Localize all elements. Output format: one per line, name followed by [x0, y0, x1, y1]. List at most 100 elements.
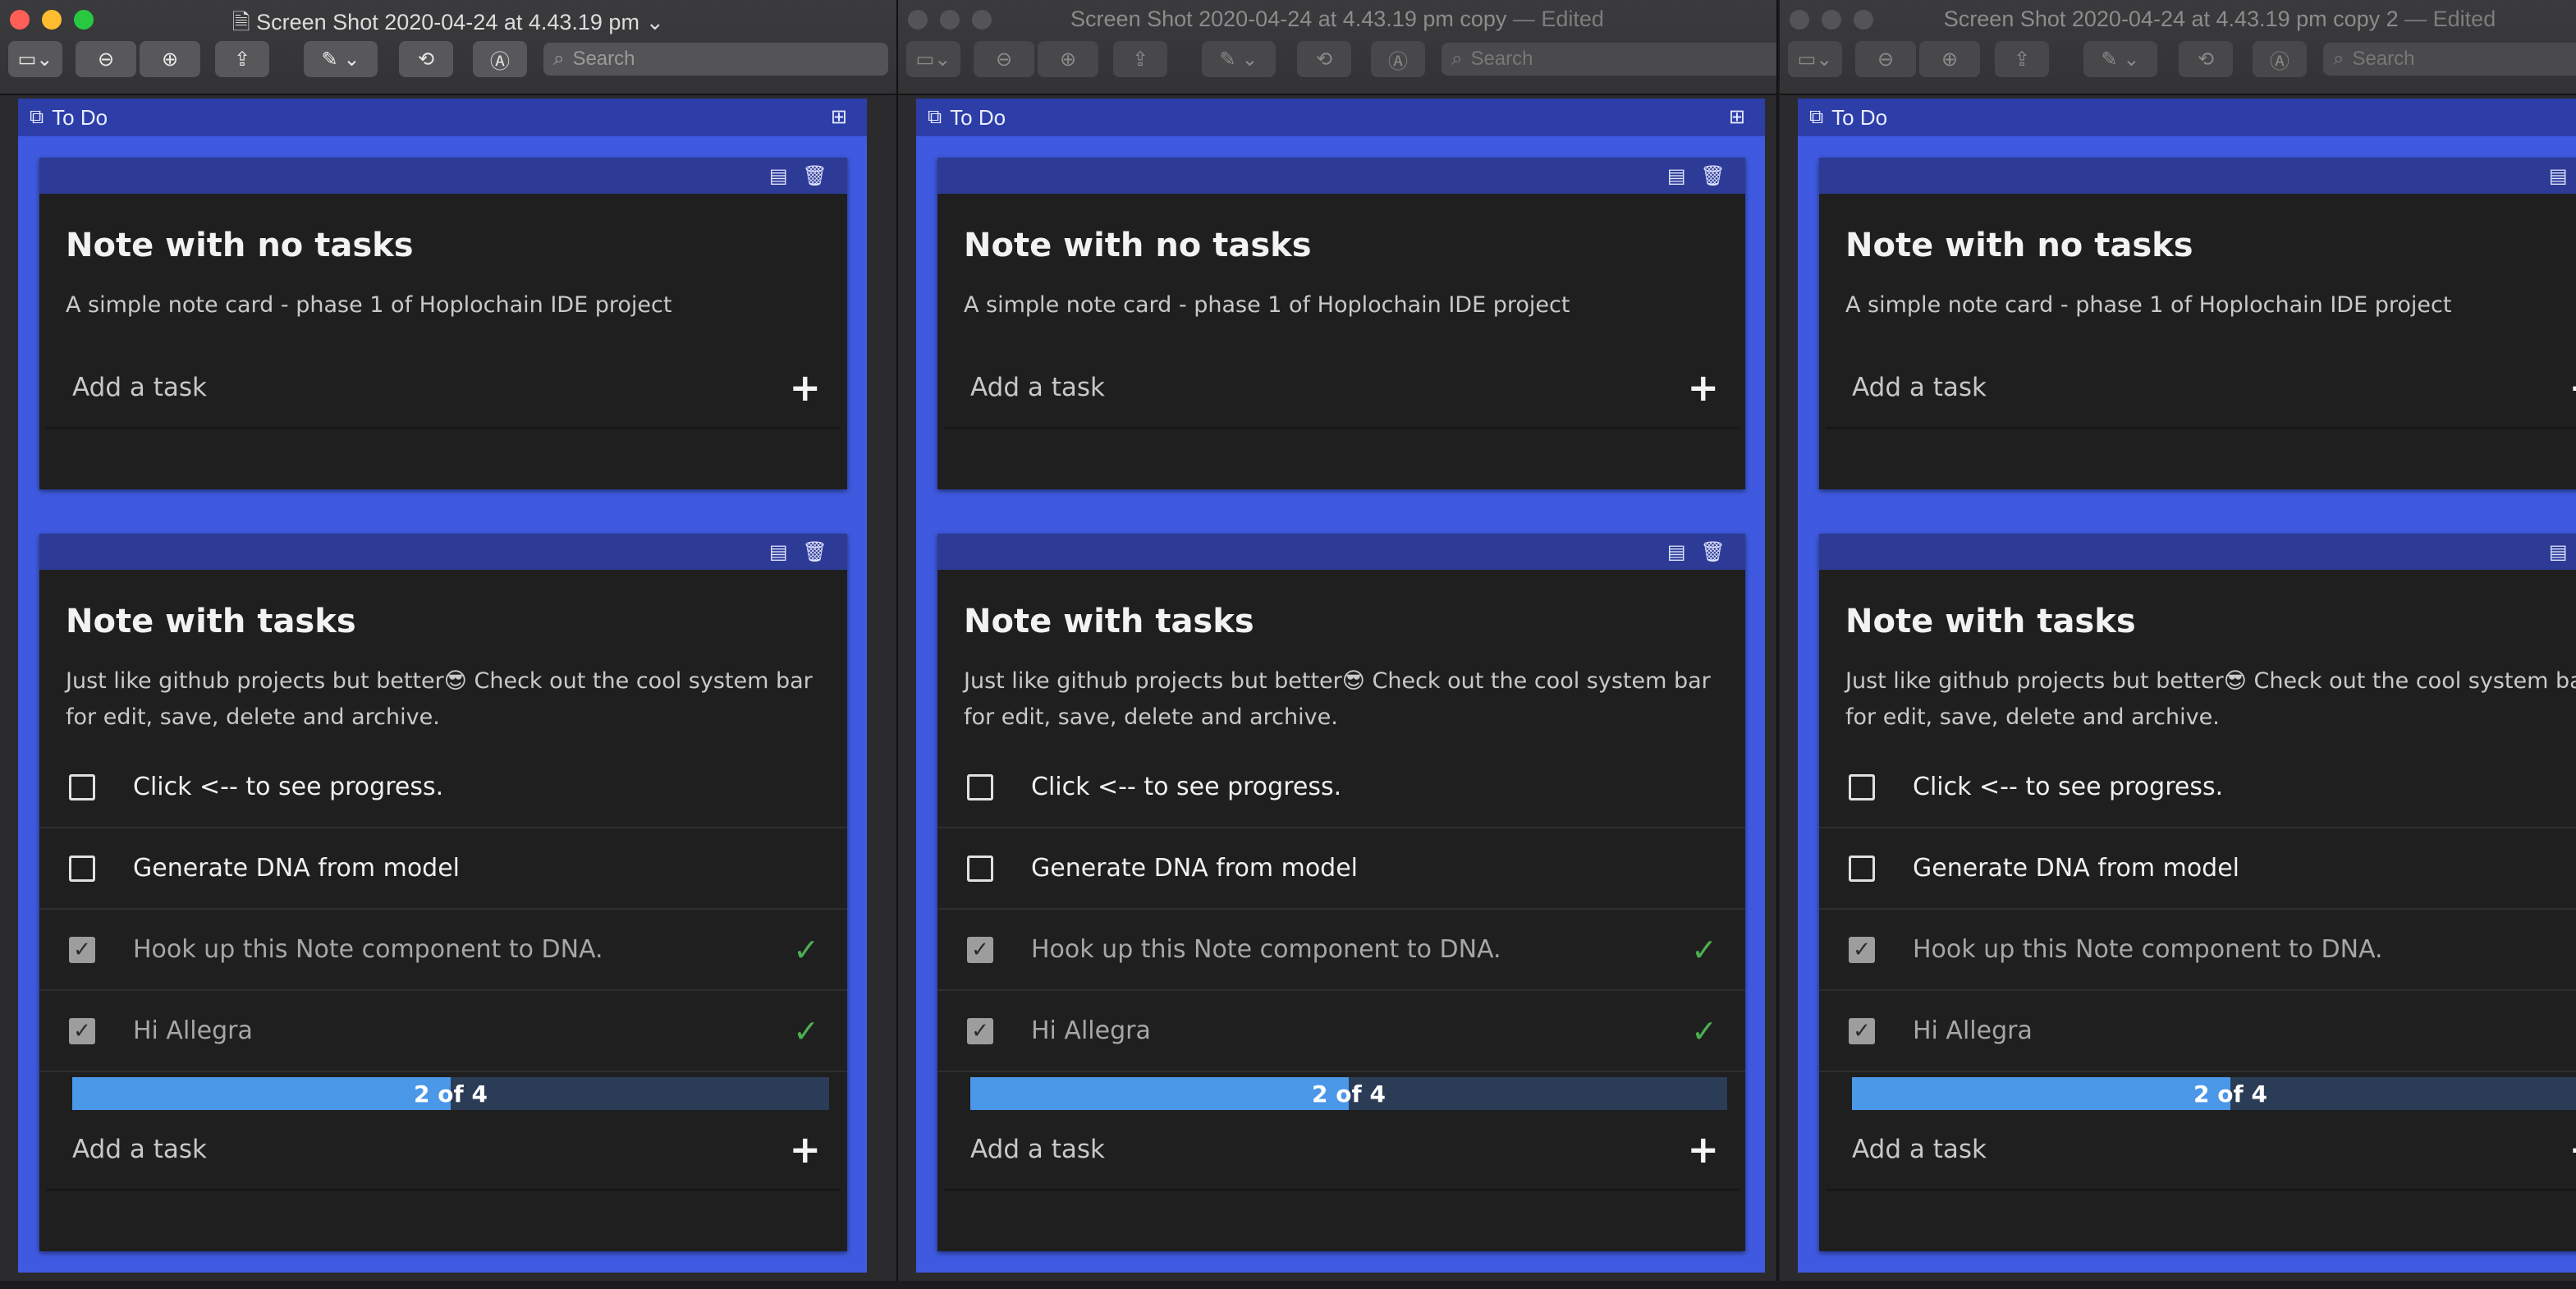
rotate-button[interactable]: ⟲ — [1297, 41, 1351, 77]
add-note-icon[interactable]: ⊞ — [1729, 105, 1745, 129]
add-task-row[interactable]: Add a task + — [944, 348, 1739, 429]
markup-toolbar-button[interactable]: Ⓐ — [473, 41, 527, 77]
plus-icon[interactable]: + — [1687, 1127, 1719, 1172]
zoom-in-button[interactable]: ⊕ — [1038, 41, 1098, 77]
markup-pen-button[interactable]: ✎ ⌄ — [304, 41, 378, 77]
copy-icon[interactable]: ⧉ — [1809, 106, 1823, 129]
rotate-icon: ⟲ — [1315, 48, 1333, 71]
task-checkbox[interactable]: ✓ — [1849, 1017, 1875, 1044]
markup-pen-button[interactable]: ✎ ⌄ — [1202, 41, 1276, 77]
note-description: Just like github projects but better😎 Ch… — [66, 668, 813, 730]
plus-icon[interactable]: + — [789, 1127, 821, 1172]
search-placeholder: Search — [1470, 48, 1533, 70]
task-row[interactable]: ✓ Hook up this Note component to DNA. ✓ — [39, 910, 847, 991]
task-row[interactable]: Generate DNA from model — [937, 828, 1745, 910]
search-icon: ⌕ — [553, 48, 565, 70]
delete-icon[interactable]: 🗑 — [803, 164, 827, 188]
task-checkbox[interactable]: ✓ — [69, 936, 95, 963]
task-checkbox[interactable] — [1849, 773, 1875, 800]
zoom-in-button[interactable]: ⊕ — [1919, 41, 1980, 77]
add-note-icon[interactable]: ⊞ — [831, 105, 847, 129]
search-input[interactable]: ⌕ Search — [543, 43, 888, 76]
task-row[interactable]: ✓ Hook up this Note component to DNA. ✓ — [1819, 910, 2576, 991]
rotate-button[interactable]: ⟲ — [399, 41, 453, 77]
add-task-row[interactable]: Add a task + — [1826, 348, 2576, 429]
task-row[interactable]: Generate DNA from model — [1819, 828, 2576, 910]
chevron-down-icon[interactable]: ⌄ — [645, 10, 664, 34]
task-row[interactable]: ✓ Hi Allegra ✓ — [39, 991, 847, 1072]
edit-note-icon[interactable]: ▤ — [1667, 164, 1686, 188]
edit-note-icon[interactable]: ▤ — [2549, 540, 2568, 564]
add-task-row[interactable]: Add a task + — [944, 1110, 1739, 1190]
task-checkbox[interactable] — [1849, 855, 1875, 882]
copy-icon[interactable]: ⧉ — [928, 106, 942, 129]
zoom-out-button[interactable]: ⊖ — [974, 41, 1034, 77]
task-row[interactable]: Click <-- to see progress. — [39, 747, 847, 828]
column-title: To Do — [52, 104, 108, 130]
search-placeholder: Search — [2352, 48, 2415, 70]
zoom-out-button[interactable]: ⊖ — [1855, 41, 1916, 77]
plus-icon[interactable]: + — [789, 365, 821, 410]
task-checkbox[interactable]: ✓ — [967, 936, 993, 963]
markup-toolbar-button[interactable]: Ⓐ — [1371, 41, 1425, 77]
window-title-text: Screen Shot 2020-04-24 at 4.43.19 pm — [256, 10, 639, 34]
delete-icon[interactable]: 🗑 — [803, 540, 827, 564]
search-input[interactable]: ⌕ Search — [2323, 43, 2576, 76]
edit-note-icon[interactable]: ▤ — [769, 164, 788, 188]
zoom-out-button[interactable]: ⊖ — [76, 41, 136, 77]
note-title: Note with tasks — [1845, 603, 2136, 640]
zoom-in-icon: ⊕ — [1941, 48, 1959, 71]
check-icon: ✓ — [2573, 932, 2576, 968]
rotate-button[interactable]: ⟲ — [2179, 41, 2233, 77]
delete-icon[interactable]: 🗑 — [1701, 164, 1726, 188]
copy-icon[interactable]: ⧉ — [30, 106, 44, 129]
zoom-in-icon: ⊕ — [161, 48, 179, 71]
task-checkbox[interactable] — [69, 855, 95, 882]
sidebar-toggle-button[interactable]: ▭⌄ — [906, 41, 960, 77]
task-checkbox[interactable]: ✓ — [69, 1017, 95, 1044]
task-checkbox[interactable]: ✓ — [967, 1017, 993, 1044]
share-button[interactable]: ⇪ — [1995, 41, 2049, 77]
add-task-label: Add a task — [1852, 373, 1987, 402]
edit-note-icon[interactable]: ▤ — [769, 540, 788, 564]
sidebar-toggle-button[interactable]: ▭⌄ — [8, 41, 62, 77]
task-checkbox[interactable]: ✓ — [1849, 936, 1875, 963]
task-row[interactable]: Click <-- to see progress. — [937, 747, 1745, 828]
markup-pen-button[interactable]: ✎ ⌄ — [2083, 41, 2157, 77]
note-title: Note with tasks — [66, 603, 356, 640]
task-checkbox[interactable] — [967, 855, 993, 882]
task-row[interactable]: ✓ Hi Allegra ✓ — [1819, 991, 2576, 1072]
task-row[interactable]: ✓ Hook up this Note component to DNA. ✓ — [937, 910, 1745, 991]
sidebar-toggle-button[interactable]: ▭⌄ — [1788, 41, 1842, 77]
search-input[interactable]: ⌕ Search — [1442, 43, 1776, 76]
markup-toolbar-button[interactable]: Ⓐ — [2253, 41, 2307, 77]
plus-icon[interactable]: + — [2569, 365, 2576, 410]
window-titlebar[interactable]: 🗎 Screen Shot 2020-04-24 at 4.43.19 pm ⌄… — [0, 0, 896, 95]
task-label: Generate DNA from model — [133, 854, 461, 883]
share-icon: ⇪ — [233, 48, 251, 71]
share-button[interactable]: ⇪ — [1113, 41, 1167, 77]
screenshot-content: ⧉ To Do ⊞ ▤ 🗑 Note with no tasks A simpl… — [898, 95, 1776, 1281]
column-title: To Do — [1831, 104, 1888, 130]
plus-icon[interactable]: + — [1687, 365, 1719, 410]
note-system-bar: ▤ 🗑 — [39, 158, 847, 194]
add-task-row[interactable]: Add a task + — [46, 1110, 841, 1190]
task-row[interactable]: Click <-- to see progress. — [1819, 747, 2576, 828]
task-row[interactable]: Generate DNA from model — [39, 828, 847, 910]
screenshot-content: ⧉ To Do ⊞ ▤ 🗑 Note with no tasks A simpl… — [0, 95, 896, 1281]
task-checkbox[interactable] — [967, 773, 993, 800]
window-titlebar[interactable]: 🗎 Screen Shot 2020-04-24 at 4.43.19 pm c… — [1780, 0, 2576, 95]
zoom-in-button[interactable]: ⊕ — [140, 41, 200, 77]
share-button[interactable]: ⇪ — [215, 41, 269, 77]
delete-icon[interactable]: 🗑 — [1701, 540, 1726, 564]
task-checkbox[interactable] — [69, 773, 95, 800]
edit-note-icon[interactable]: ▤ — [2549, 164, 2568, 188]
add-task-row[interactable]: Add a task + — [46, 348, 841, 429]
note-system-bar: ▤ 🗑 — [937, 534, 1745, 570]
edit-note-icon[interactable]: ▤ — [1667, 540, 1686, 564]
plus-icon[interactable]: + — [2569, 1127, 2576, 1172]
task-label: Hi Allegra — [1031, 1016, 1151, 1045]
add-task-row[interactable]: Add a task + — [1826, 1110, 2576, 1190]
window-titlebar[interactable]: 🗎 Screen Shot 2020-04-24 at 4.43.19 pm c… — [898, 0, 1776, 95]
task-row[interactable]: ✓ Hi Allegra ✓ — [937, 991, 1745, 1072]
